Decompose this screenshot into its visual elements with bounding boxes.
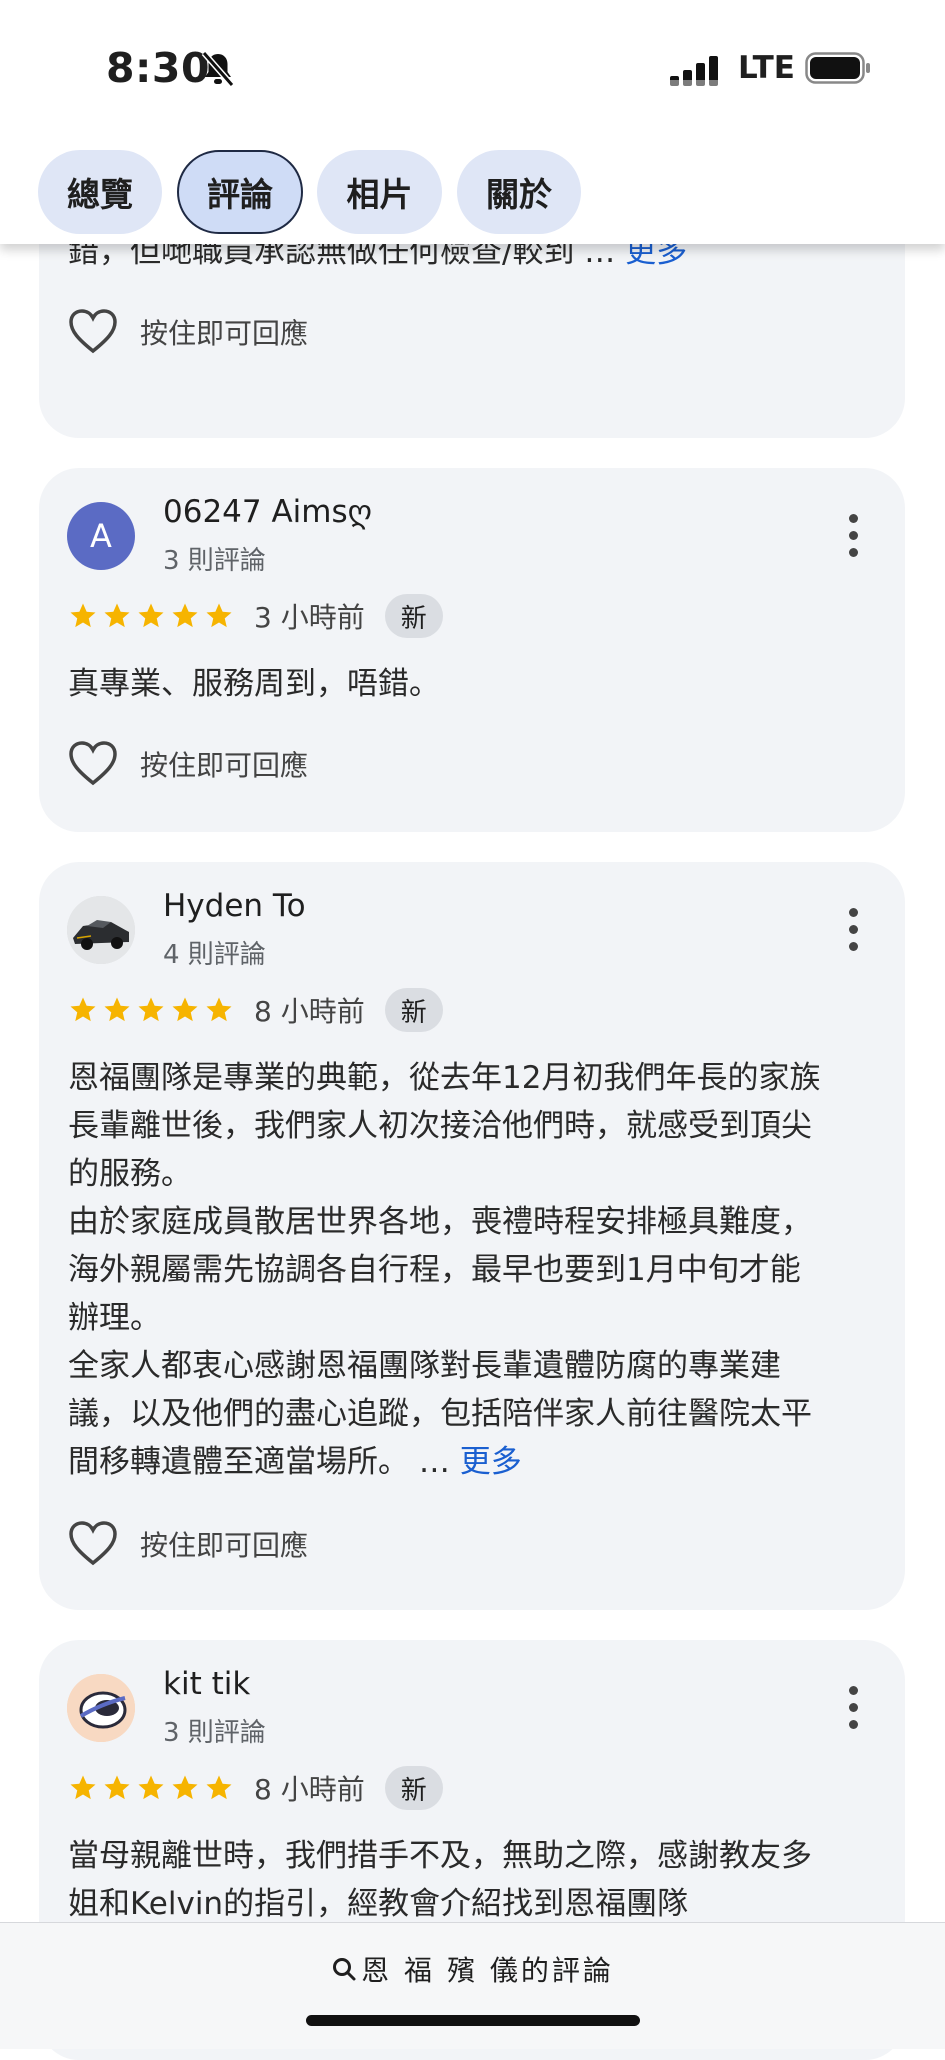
more-options-icon[interactable] [849, 514, 859, 565]
star-icon [206, 997, 232, 1022]
battery-icon [805, 52, 870, 84]
avatar[interactable]: A [67, 502, 135, 570]
review-text: 當母親離世時，我們措手不及，無助之際，感謝教友多 姐和Kelvin的指引，經教會… [68, 1832, 879, 1928]
reviewer-name[interactable]: kit tik [163, 1666, 250, 1702]
star-icon [70, 997, 96, 1022]
review-text: 真專業、服務周到，唔錯。 [68, 666, 440, 702]
star-icon [138, 603, 164, 628]
star-icon [172, 603, 198, 628]
review-card: Hyden To 4 則評論 8 小時前 新 恩福團隊是專業的典範，從去年12月… [39, 862, 905, 1610]
more-options-icon[interactable] [849, 1686, 859, 1737]
react-button[interactable]: 按住即可回應 [68, 740, 308, 788]
bottom-search-bar[interactable]: 恩 福 殯 儀的評論 [0, 1922, 945, 2049]
heart-icon [69, 309, 117, 354]
review-text-line: 議，以及他們的盡心追蹤，包括陪伴家人前往醫院太平 [68, 1396, 812, 1432]
heart-icon [69, 741, 117, 786]
more-link[interactable]: 更多 [460, 1444, 522, 1480]
more-options-icon[interactable] [849, 908, 859, 959]
cartoon-avatar-icon [67, 1674, 135, 1742]
review-time: 8 小時前 [254, 1773, 365, 1806]
review-text-line: 的服務。 [68, 1156, 192, 1192]
star-rating [68, 1773, 234, 1803]
star-icon [172, 1775, 198, 1800]
bell-muted-icon [201, 51, 235, 87]
reviewer-name[interactable]: Hyden To [163, 888, 306, 924]
search-icon [333, 1958, 356, 1981]
review-text-line: 辦理。 [68, 1300, 161, 1336]
signal-strength-icon [670, 56, 718, 86]
review-text-line: 當母親離世時，我們措手不及，無助之際，感謝教友多 [68, 1838, 812, 1874]
reviews-list[interactable]: 錯，但哋職員承認無做任何檢查/較到 … 更多 按住即可回應 A 06247 Ai… [0, 0, 945, 2060]
rating-row: 3 小時前 新 [68, 592, 443, 640]
new-badge: 新 [384, 988, 443, 1032]
reviewer-review-count: 4 則評論 [163, 940, 266, 970]
star-rating [68, 995, 234, 1025]
reviewer-review-count: 3 則評論 [163, 1718, 266, 1748]
react-button[interactable]: 按住即可回應 [68, 1520, 308, 1568]
bottom-search-text: 恩 福 殯 儀的評論 [361, 1954, 614, 1987]
car-avatar-icon [67, 896, 135, 964]
star-icon [206, 603, 232, 628]
review-text-line: 恩福團隊是專業的典範，從去年12月初我們年長的家族 [68, 1060, 821, 1096]
rating-row: 8 小時前 新 [68, 986, 443, 1034]
star-icon [104, 1775, 130, 1800]
star-icon [70, 603, 96, 628]
review-card: A 06247 Aimsღ 3 則評論 3 小時前 新 真專業、服務周到，唔錯。… [39, 468, 905, 832]
status-bar: 8:30 LTE [0, 0, 945, 140]
star-icon [206, 1775, 232, 1800]
heart-icon [69, 1521, 117, 1566]
react-label: 按住即可回應 [140, 749, 309, 782]
star-icon [172, 997, 198, 1022]
star-icon [138, 997, 164, 1022]
tab-photos[interactable]: 相片 [317, 150, 442, 234]
tab-reviews[interactable]: 評論 [177, 150, 303, 234]
status-time: 8:30 [106, 44, 210, 92]
review-text-line: 海外親屬需先協調各自行程，最早也要到1月中旬才能 [68, 1252, 801, 1288]
star-icon [70, 1775, 96, 1800]
avatar[interactable] [67, 896, 135, 964]
review-time: 8 小時前 [254, 995, 365, 1028]
review-text-line: 全家人都衷心感謝恩福團隊對長輩遺體防腐的專業建 [68, 1348, 781, 1384]
star-icon [104, 603, 130, 628]
avatar[interactable] [67, 1674, 135, 1742]
star-rating [68, 601, 234, 631]
react-label: 按住即可回應 [140, 1529, 309, 1562]
review-text: 恩福團隊是專業的典範，從去年12月初我們年長的家族 長輩離世後，我們家人初次接洽… [68, 1054, 879, 1486]
reviewer-review-count: 3 則評論 [163, 546, 266, 576]
new-badge: 新 [384, 1766, 443, 1810]
tab-overview[interactable]: 總覽 [38, 150, 162, 234]
new-badge: 新 [384, 594, 443, 638]
home-indicator[interactable] [306, 2015, 640, 2026]
review-text-line: 長輩離世後，我們家人初次接洽他們時，就感受到頂尖 [68, 1108, 812, 1144]
rating-row: 8 小時前 新 [68, 1764, 443, 1812]
review-text-line: 姐和Kelvin的指引，經教會介紹找到恩福團隊 [68, 1886, 689, 1922]
star-icon [104, 997, 130, 1022]
react-button[interactable]: 按住即可回應 [68, 308, 308, 356]
review-text-line: 由於家庭成員散居世界各地，喪禮時程安排極具難度， [68, 1204, 812, 1240]
bottom-search-label[interactable]: 恩 福 殯 儀的評論 [0, 1949, 945, 1989]
tab-about[interactable]: 關於 [457, 150, 581, 234]
star-icon [138, 1775, 164, 1800]
network-type: LTE [738, 50, 795, 86]
tab-bar: 總覽 評論 相片 關於 [0, 140, 945, 244]
reviewer-name[interactable]: 06247 Aimsღ [163, 494, 372, 530]
react-label: 按住即可回應 [140, 317, 309, 350]
review-time: 3 小時前 [254, 601, 365, 634]
review-text-line: 間移轉遺體至適當場所。 … [68, 1444, 450, 1480]
